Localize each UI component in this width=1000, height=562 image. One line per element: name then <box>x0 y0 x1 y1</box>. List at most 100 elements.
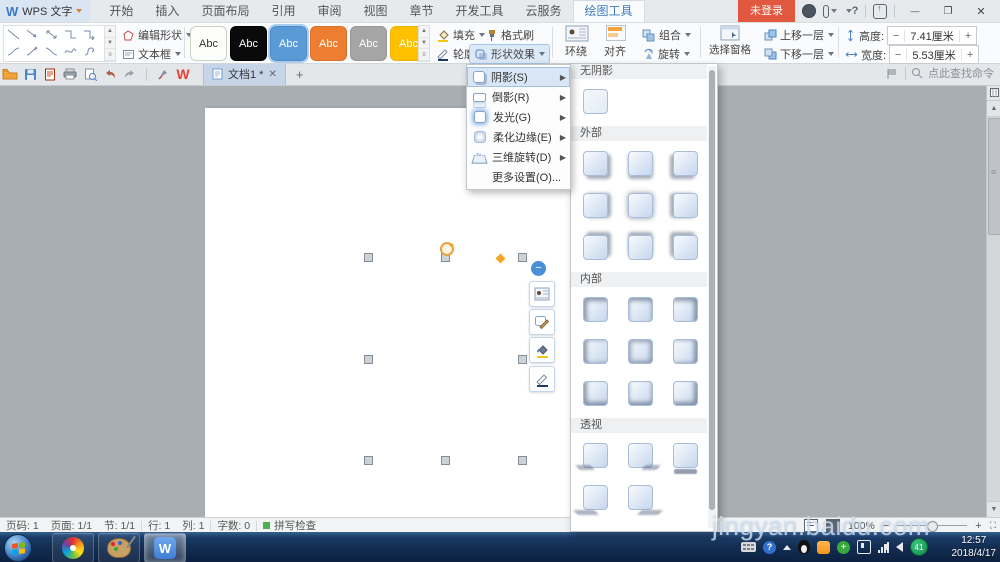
selection-pane-button[interactable]: 选择窗格 <box>706 25 754 57</box>
shadow-swatch-out-tr[interactable] <box>583 235 608 260</box>
maximize-button[interactable] <box>935 0 961 22</box>
new-tab-button[interactable]: + <box>296 67 304 82</box>
print-icon[interactable] <box>60 65 80 83</box>
float-outline-button[interactable] <box>529 366 555 392</box>
shadow-swatch-p-below[interactable] <box>673 443 698 468</box>
input-method-icon[interactable] <box>741 542 756 552</box>
shadow-swatch-in-l[interactable] <box>583 339 608 364</box>
fill-button[interactable]: 填充 <box>432 26 489 44</box>
login-button[interactable]: 未登录 <box>738 0 795 22</box>
curve-icon[interactable] <box>44 45 59 58</box>
gallery-more-icon[interactable]: ≡ <box>419 49 429 62</box>
rotate-button[interactable]: 旋转 <box>638 45 694 63</box>
zoom-level[interactable]: 100% <box>848 520 875 532</box>
wrap-button[interactable]: 环绕 <box>558 25 596 59</box>
status-word-count[interactable]: 字数: 0 <box>211 518 256 533</box>
menu-item-soft-edges[interactable]: 柔化边缘(E) ▶ <box>467 127 570 147</box>
shape-style-white[interactable]: Abc <box>190 26 227 61</box>
gallery-more-icon[interactable]: ≡ <box>105 49 115 62</box>
tab-section[interactable]: 章节 <box>399 0 445 22</box>
taskbar-browser-button[interactable] <box>52 533 94 562</box>
document-tab[interactable]: 文档1 * ✕ <box>203 63 286 85</box>
menu-item-glow[interactable]: 发光(G) ▶ <box>467 107 570 127</box>
zoom-slider[interactable] <box>897 521 968 532</box>
collapse-ribbon-icon[interactable] <box>873 3 887 19</box>
app-menu-button[interactable]: W WPS 文字 <box>0 0 91 22</box>
volume-icon[interactable] <box>885 542 903 552</box>
resize-handle-bottom-left[interactable] <box>364 456 373 465</box>
resize-handle-top-left[interactable] <box>364 253 373 262</box>
tab-review[interactable]: 审阅 <box>306 0 352 22</box>
shape-effects-button[interactable]: 形状效果 <box>469 44 550 64</box>
resize-handle-top-right[interactable] <box>518 253 527 262</box>
tab-developer[interactable]: 开发工具 <box>445 0 515 22</box>
shadow-swatch-p-bl[interactable] <box>583 443 608 468</box>
ruler-toggle-icon[interactable] <box>987 85 1000 101</box>
shadow-swatch-out-t[interactable] <box>628 235 653 260</box>
text-box-button[interactable]: 文本框 <box>118 45 185 63</box>
send-backward-button[interactable]: 下移一层 <box>760 45 838 63</box>
pin-toolbar-icon[interactable] <box>153 65 173 83</box>
arrow-line-icon[interactable] <box>25 28 40 41</box>
toolbar-flag-icon[interactable] <box>887 67 900 79</box>
menu-item-shadow[interactable]: 阴影(S) ▶ <box>467 67 570 87</box>
shadow-swatch-out-br[interactable] <box>583 151 608 176</box>
shadow-swatch-out-tl[interactable] <box>673 235 698 260</box>
taskbar-clock[interactable]: 12:57 2018/4/17 <box>952 534 997 560</box>
shadow-swatch-out-b[interactable] <box>628 151 653 176</box>
shadow-swatch-in-tl[interactable] <box>583 297 608 322</box>
group-button[interactable]: 组合 <box>638 26 695 44</box>
tab-view[interactable]: 视图 <box>352 0 398 22</box>
shadow-swatch-out-c[interactable] <box>628 193 653 218</box>
width-value[interactable]: 5.53厘米 <box>907 47 961 63</box>
resize-handle-bottom-right[interactable] <box>518 456 527 465</box>
tab-page-layout[interactable]: 页面布局 <box>190 0 260 22</box>
scribble-icon[interactable] <box>63 45 78 58</box>
shadow-swatch-in-b[interactable] <box>628 381 653 406</box>
tab-home[interactable]: 开始 <box>98 0 144 22</box>
scroll-up-icon[interactable]: ▲ <box>419 26 429 38</box>
zoom-in-button[interactable]: + <box>975 520 981 532</box>
float-layout-button[interactable] <box>529 281 555 307</box>
security-score-badge[interactable]: 41 <box>910 538 928 556</box>
shadow-swatch-out-r[interactable] <box>583 193 608 218</box>
elbow-arrow-connector-icon[interactable] <box>82 28 97 41</box>
skin-icon[interactable] <box>823 4 837 18</box>
resize-handle-bottom[interactable] <box>441 456 450 465</box>
gallery-scrollbar[interactable]: ▲ ▼ ≡ <box>104 25 116 62</box>
shadow-swatch-p-left[interactable] <box>583 485 608 510</box>
shape-style-gray[interactable]: Abc <box>350 26 387 61</box>
width-increase-button[interactable]: + <box>961 48 978 61</box>
fullscreen-icon[interactable]: ⛶ <box>990 520 996 531</box>
show-hidden-icons[interactable] <box>783 544 791 550</box>
menu-item-more-settings[interactable]: 更多设置(O)... <box>467 167 570 187</box>
elbow-connector-icon[interactable] <box>63 28 78 41</box>
zoom-out-button[interactable]: − <box>883 520 889 532</box>
shadow-swatch-in-r[interactable] <box>673 339 698 364</box>
shadow-swatch-in-t[interactable] <box>628 297 653 322</box>
resize-handle-right[interactable] <box>518 355 527 364</box>
shape-style-blue-selected[interactable]: Abc <box>268 24 309 63</box>
shadow-swatch-p-right[interactable] <box>628 485 653 510</box>
align-button[interactable]: 对齐 <box>598 25 634 59</box>
shadow-swatch-p-br[interactable] <box>628 443 653 468</box>
start-button[interactable] <box>4 534 32 562</box>
shape-style-black[interactable]: Abc <box>230 26 267 61</box>
shadow-swatch-out-bl[interactable] <box>673 151 698 176</box>
taskbar-paint-button[interactable] <box>98 533 140 562</box>
collapse-float-toolbar-button[interactable]: − <box>531 261 546 276</box>
undo-icon[interactable] <box>100 65 120 83</box>
shadow-swatch-in-c[interactable] <box>628 339 653 364</box>
page-view-icon[interactable] <box>803 519 818 532</box>
shadow-swatch-out-l[interactable] <box>673 193 698 218</box>
scrollbar-thumb[interactable] <box>709 70 715 510</box>
curve-arrow-icon[interactable] <box>25 45 40 58</box>
antivirus-icon[interactable]: + <box>837 540 850 554</box>
shape-style-orange[interactable]: Abc <box>310 26 347 61</box>
tab-references[interactable]: 引用 <box>260 0 306 22</box>
find-command-box[interactable]: 点此查找命令 <box>887 65 994 81</box>
minimize-button[interactable] <box>902 0 928 22</box>
fullwidth-view-icon[interactable] <box>825 519 840 532</box>
shadow-swatch-in-br[interactable] <box>673 381 698 406</box>
help-icon[interactable] <box>844 4 858 18</box>
